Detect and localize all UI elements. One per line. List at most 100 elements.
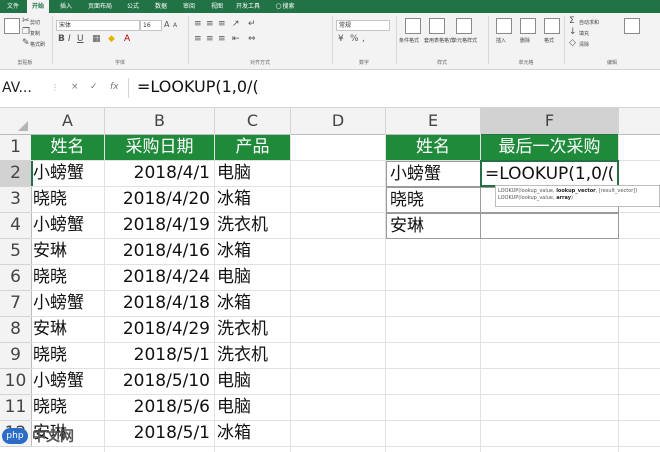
tooltip-line-1[interactable]: LOOKUP(lookup_value, lookup_vector, [res… <box>498 188 657 195</box>
table1-cell-date[interactable]: 2018/5/6 <box>105 395 214 420</box>
clear-label[interactable]: 清除 <box>579 41 589 48</box>
format-cells-icon[interactable] <box>544 18 560 34</box>
row-header-11[interactable]: 11 <box>0 395 32 421</box>
currency-icon[interactable]: ¥ <box>338 35 344 44</box>
table2-cell-name[interactable]: 小螃蟹 <box>386 161 481 187</box>
name-box[interactable]: AV... <box>0 77 54 99</box>
formula-bar-splitter[interactable]: ⋮ <box>51 83 59 92</box>
tab-search[interactable]: 搜索 <box>270 0 300 13</box>
row-header-3[interactable]: 3 <box>0 187 32 213</box>
enter-icon[interactable]: ✓ <box>90 82 98 92</box>
cell-styles-icon[interactable] <box>456 18 472 34</box>
indent-icon[interactable]: ⇤ <box>232 35 240 44</box>
table1-cell-name[interactable]: 晓晓 <box>33 343 104 368</box>
format-painter-icon[interactable]: ✎ <box>22 39 30 48</box>
table2-cell-result[interactable] <box>480 213 619 239</box>
column-header-a[interactable]: A <box>31 108 105 135</box>
table1-cell-date[interactable]: 2018/4/1 <box>105 161 214 186</box>
insert-cells-icon[interactable] <box>496 18 512 34</box>
comma-style-icon[interactable]: , <box>362 35 365 44</box>
table1-cell-date[interactable]: 2018/5/1 <box>105 343 214 368</box>
delete-cells-label[interactable]: 删除 <box>520 37 530 44</box>
row-header-10[interactable]: 10 <box>0 369 32 395</box>
row-header-5[interactable]: 5 <box>0 239 32 265</box>
row-header-6[interactable]: 6 <box>0 265 32 291</box>
tab-file[interactable]: 文件 <box>2 0 24 13</box>
paste-icon[interactable] <box>4 18 20 34</box>
cut-label[interactable]: 剪切 <box>30 19 40 26</box>
delete-cells-icon[interactable] <box>520 18 536 34</box>
bold-icon[interactable]: B <box>58 35 65 44</box>
table1-cell-product[interactable]: 洗衣机 <box>217 317 290 342</box>
table1-cell-product[interactable]: 冰箱 <box>217 421 290 446</box>
row-header-4[interactable]: 4 <box>0 213 32 239</box>
font-size-box[interactable]: 16 <box>140 20 162 31</box>
table1-cell-date[interactable]: 2018/4/24 <box>105 265 214 290</box>
align-middle-icon[interactable]: ≡ <box>206 20 214 29</box>
copy-icon[interactable]: ❐ <box>22 28 30 37</box>
italic-icon[interactable]: I <box>68 35 71 44</box>
table2-header-last-purchase[interactable]: 最后一次采购 <box>481 135 618 160</box>
clear-icon[interactable]: ◇ <box>569 39 576 48</box>
column-header-f[interactable]: F <box>481 108 619 136</box>
orientation-icon[interactable]: ↗ <box>232 20 240 29</box>
percent-icon[interactable]: % <box>350 35 359 44</box>
table1-cell-product[interactable]: 电脑 <box>217 369 290 394</box>
wrap-text-icon[interactable]: ↵ <box>248 20 256 29</box>
align-left-icon[interactable]: ≡ <box>194 35 202 44</box>
font-name-box[interactable]: 宋体 <box>56 20 140 31</box>
autosum-icon[interactable]: Σ <box>569 17 575 26</box>
copy-label[interactable]: 复制 <box>30 30 40 37</box>
table1-cell-name[interactable]: 小螃蟹 <box>33 291 104 316</box>
row-header-1[interactable]: 1 <box>0 135 32 161</box>
table1-cell-product[interactable]: 冰箱 <box>217 239 290 264</box>
column-header-c[interactable]: C <box>215 108 291 135</box>
table1-cell-date[interactable]: 2018/4/29 <box>105 317 214 342</box>
table1-cell-date[interactable]: 2018/5/10 <box>105 369 214 394</box>
tooltip-line-2[interactable]: LOOKUP(lookup_value, array) <box>498 195 657 202</box>
column-header-g[interactable] <box>619 108 660 135</box>
align-top-icon[interactable]: ≡ <box>194 20 202 29</box>
column-header-b[interactable]: B <box>105 108 215 135</box>
format-painter-label[interactable]: 格式刷 <box>30 41 45 48</box>
table2-cell-name[interactable]: 安琳 <box>386 213 481 239</box>
table1-cell-date[interactable]: 2018/5/1 <box>105 421 214 446</box>
table1-header-name[interactable]: 姓名 <box>31 135 104 160</box>
format-cells-label[interactable]: 格式 <box>544 37 554 44</box>
tab-formulas[interactable]: 公式 <box>122 0 144 13</box>
align-center-icon[interactable]: ≡ <box>206 35 214 44</box>
align-bottom-icon[interactable]: ≡ <box>218 20 226 29</box>
table1-cell-product[interactable]: 电脑 <box>217 265 290 290</box>
underline-icon[interactable]: U <box>77 35 84 44</box>
row-header-8[interactable]: 8 <box>0 317 32 343</box>
table1-cell-date[interactable]: 2018/4/16 <box>105 239 214 264</box>
table1-cell-name[interactable]: 晓晓 <box>33 187 104 212</box>
tab-home[interactable]: 开始 <box>27 0 49 13</box>
conditional-format-label[interactable]: 条件格式 <box>399 37 419 44</box>
insert-function-icon[interactable]: fx <box>110 82 119 92</box>
tab-page-layout[interactable]: 页面布局 <box>82 0 118 13</box>
table1-cell-product[interactable]: 冰箱 <box>217 291 290 316</box>
table1-cell-date[interactable]: 2018/4/20 <box>105 187 214 212</box>
conditional-format-icon[interactable] <box>405 18 421 34</box>
table1-cell-product[interactable]: 洗衣机 <box>217 343 290 368</box>
autosum-label[interactable]: 自动求和 <box>579 19 599 26</box>
table1-cell-name[interactable]: 安琳 <box>33 239 104 264</box>
table1-cell-name[interactable]: 小螃蟹 <box>33 213 104 238</box>
tab-review[interactable]: 审阅 <box>178 0 200 13</box>
cancel-icon[interactable]: × <box>71 82 79 92</box>
tab-developer[interactable]: 开发工具 <box>232 0 264 13</box>
column-header-e[interactable]: E <box>386 108 481 135</box>
cut-icon[interactable]: ✂ <box>22 17 30 26</box>
column-header-d[interactable]: D <box>291 108 386 135</box>
table1-cell-product[interactable]: 洗衣机 <box>217 213 290 238</box>
row-header-2[interactable]: 2 <box>0 161 33 187</box>
table1-cell-name[interactable]: 晓晓 <box>33 395 104 420</box>
format-as-table-icon[interactable] <box>429 18 445 34</box>
tab-view[interactable]: 视图 <box>206 0 228 13</box>
font-color-icon[interactable]: A <box>124 35 130 44</box>
shrink-font-icon[interactable]: A <box>173 21 177 30</box>
merge-center-icon[interactable]: ⇔ <box>248 35 256 44</box>
format-as-table-label[interactable]: 套用表格格式 <box>424 37 454 44</box>
insert-cells-label[interactable]: 插入 <box>496 37 506 44</box>
